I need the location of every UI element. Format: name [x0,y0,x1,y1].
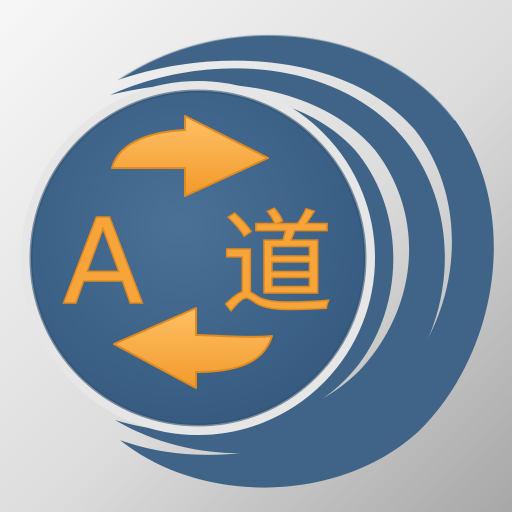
app-icon-svg: A 道 [0,0,512,512]
app-icon: A 道 [0,0,512,512]
source-letter: A [63,193,144,331]
target-glyph: 道 [221,200,333,330]
